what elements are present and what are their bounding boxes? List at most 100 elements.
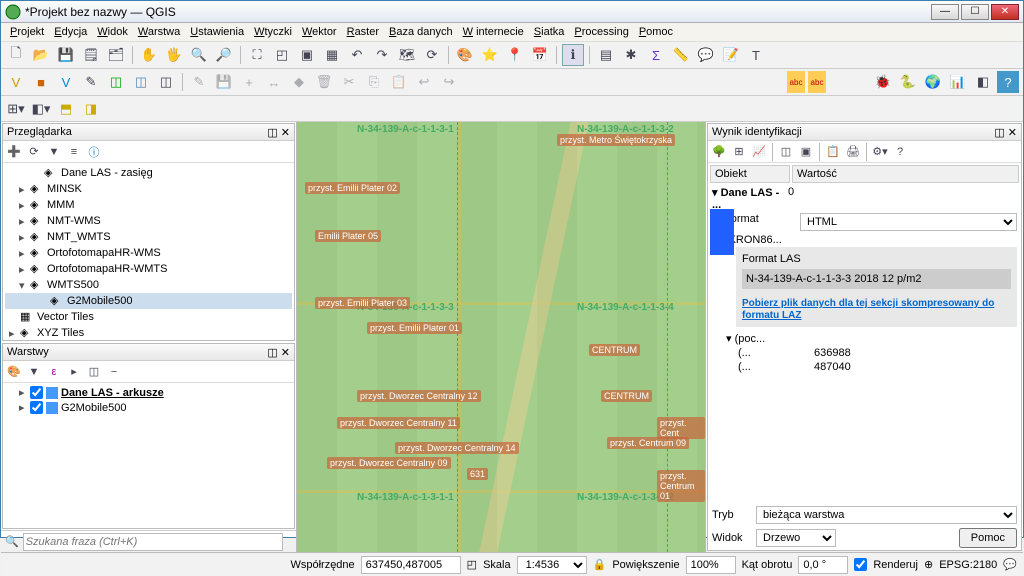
zoom-next-button[interactable]: ↷ — [371, 44, 393, 66]
zoom-out-button[interactable]: 🔎 — [213, 44, 235, 66]
coord-input[interactable] — [361, 556, 461, 574]
refresh-icon[interactable]: ⟳ — [25, 143, 43, 161]
coord-extent-icon[interactable]: ◰ — [467, 558, 477, 571]
style-icon[interactable]: 🎨 — [5, 363, 23, 381]
layer-item[interactable]: ▸ Dane LAS - arkusze — [5, 385, 292, 400]
field-calc-button[interactable]: ✱ — [620, 44, 642, 66]
menu-projekt[interactable]: Projekt — [5, 24, 49, 40]
help-button[interactable]: Pomoc — [959, 528, 1017, 548]
rotation-input[interactable] — [798, 556, 848, 574]
copy-button[interactable]: ⎘ — [363, 71, 385, 93]
label-abc-button[interactable]: abc — [787, 71, 805, 93]
undo-button[interactable]: ↩ — [413, 71, 435, 93]
browser-item[interactable]: ▸◈XYZ Tiles — [5, 325, 292, 340]
layout-manager-button[interactable]: 🗂 — [105, 44, 127, 66]
view-select[interactable]: Drzewo — [756, 529, 836, 547]
wfs-button[interactable]: ◫ — [130, 71, 152, 93]
statistics-button[interactable]: Σ — [645, 44, 667, 66]
virtual-button[interactable]: ◫ — [155, 71, 177, 93]
filter-layer-icon[interactable]: ▼ — [25, 363, 43, 381]
refresh-button[interactable]: ⟳ — [421, 44, 443, 66]
plugin-button-2[interactable]: 🌍 — [922, 71, 944, 93]
identify-row[interactable]: ▾ KRON86... — [708, 232, 1021, 247]
expression-icon[interactable]: ε — [45, 363, 63, 381]
identify-row[interactable]: (...636988 — [708, 346, 1021, 360]
add-feature-button[interactable]: + — [238, 71, 260, 93]
identify-row[interactable]: ▾ Dane LAS - ...0 — [708, 185, 1021, 212]
menu-ustawienia[interactable]: Ustawienia — [185, 24, 249, 40]
menu-edycja[interactable]: Edycja — [49, 24, 92, 40]
mode-select[interactable]: bieżąca warstwa — [756, 506, 1017, 524]
pan-button[interactable]: ✋ — [138, 44, 160, 66]
identify-row[interactable]: ▾ (poc... — [708, 331, 1021, 346]
menu-wtyczki[interactable]: Wtyczki — [249, 24, 297, 40]
browser-item[interactable]: ▸◈OrtofotomapaHR-WMS — [5, 245, 292, 261]
id-help-icon[interactable]: ? — [891, 143, 909, 161]
zoom-input[interactable] — [686, 556, 736, 574]
redo-button[interactable]: ↪ — [438, 71, 460, 93]
properties-icon[interactable]: ⓘ — [85, 143, 103, 161]
pan-selection-button[interactable]: 🖐 — [163, 44, 185, 66]
temporal-button[interactable]: 📅 — [529, 44, 551, 66]
menu-processing[interactable]: Processing — [569, 24, 633, 40]
layer-visibility-checkbox[interactable] — [30, 401, 43, 414]
delete-button[interactable]: 🗑 — [313, 71, 335, 93]
browser-item[interactable]: ▸◈OrtofotomapaHR-WMTS — [5, 261, 292, 277]
close-button[interactable]: ✕ — [991, 4, 1019, 20]
menu-widok[interactable]: Widok — [92, 24, 133, 40]
identify-row[interactable]: (...487040 — [708, 360, 1021, 374]
id-expand-icon[interactable]: ◫ — [777, 143, 795, 161]
identify-button[interactable]: ℹ — [562, 44, 584, 66]
mesh-layer-button[interactable]: V — [55, 71, 77, 93]
search-input[interactable] — [23, 533, 283, 551]
cut-button[interactable]: ✂ — [338, 71, 360, 93]
zoom-full-button[interactable]: ⛶ — [246, 44, 268, 66]
attribute-table-button[interactable]: ▤ — [595, 44, 617, 66]
browser-tree[interactable]: ◈Dane LAS - zasięg▸◈MINSK▸◈MMM▸◈NMT-WMS▸… — [3, 163, 294, 340]
panel-close-icon[interactable]: ✕ — [281, 127, 290, 139]
save-button[interactable]: 💾 — [55, 44, 77, 66]
paste-button[interactable]: 📋 — [388, 71, 410, 93]
browser-item[interactable]: ▸◈NMT_WMTS — [5, 229, 292, 245]
expand-icon[interactable]: ▸ — [65, 363, 83, 381]
zoom-last-button[interactable]: ↶ — [346, 44, 368, 66]
measure-button[interactable]: 📏 — [670, 44, 692, 66]
lock-icon[interactable]: 🔒 — [593, 558, 607, 571]
text-annotation-button[interactable]: T — [745, 44, 767, 66]
plugin-button-4[interactable]: ◧ — [972, 71, 994, 93]
maximize-button[interactable]: ☐ — [961, 4, 989, 20]
browser-item[interactable]: ▸◈NMT-WMS — [5, 213, 292, 229]
style-manager-button[interactable]: 🎨 — [454, 44, 476, 66]
id-tree-icon[interactable]: 🌳 — [710, 143, 728, 161]
panel-close-icon[interactable]: ✕ — [281, 347, 290, 359]
menu-pomoc[interactable]: Pomoc — [634, 24, 678, 40]
crs-icon[interactable]: ⊕ — [924, 558, 933, 571]
zoom-selection-button[interactable]: ◰ — [271, 44, 293, 66]
download-link[interactable]: Pobierz plik danych dla tej sekcji skomp… — [742, 298, 994, 321]
map-tips-button[interactable]: 💬 — [695, 44, 717, 66]
epsg-label[interactable]: EPSG:2180 — [939, 559, 997, 571]
messages-icon[interactable]: 💬 — [1003, 558, 1017, 571]
move-feature-button[interactable]: ↔ — [263, 71, 285, 93]
vector-layer-button[interactable]: V — [5, 71, 27, 93]
toggle-edit-button[interactable]: ✎ — [188, 71, 210, 93]
new-bookmark-button[interactable]: 📍 — [504, 44, 526, 66]
menu-raster[interactable]: Raster — [342, 24, 384, 40]
menu-warstwa[interactable]: Warstwa — [133, 24, 185, 40]
open-project-button[interactable]: 📂 — [30, 44, 52, 66]
panel-float-icon[interactable]: ◫ — [267, 347, 277, 359]
layers-tree[interactable]: ▸ Dane LAS - arkusze▸ G2Mobile500 — [3, 383, 294, 528]
plugin-button-1[interactable]: 🐞 — [872, 71, 894, 93]
node-tool-button[interactable]: ◆ — [288, 71, 310, 93]
edit-button[interactable]: ✎ — [80, 71, 102, 93]
menu-w internecie[interactable]: W internecie — [458, 24, 529, 40]
snap-config-button[interactable]: ◧▾ — [30, 98, 52, 120]
remove-icon[interactable]: − — [105, 363, 123, 381]
browser-item[interactable]: ▸◈MINSK — [5, 181, 292, 197]
scale-select[interactable]: 1:4536 — [517, 556, 587, 574]
snap-button[interactable]: ⊞▾ — [5, 98, 27, 120]
save-edits-button[interactable]: 💾 — [213, 71, 235, 93]
raster-layer-button[interactable]: ■ — [30, 71, 52, 93]
menu-wektor[interactable]: Wektor — [297, 24, 342, 40]
menu-siatka[interactable]: Siatka — [529, 24, 570, 40]
